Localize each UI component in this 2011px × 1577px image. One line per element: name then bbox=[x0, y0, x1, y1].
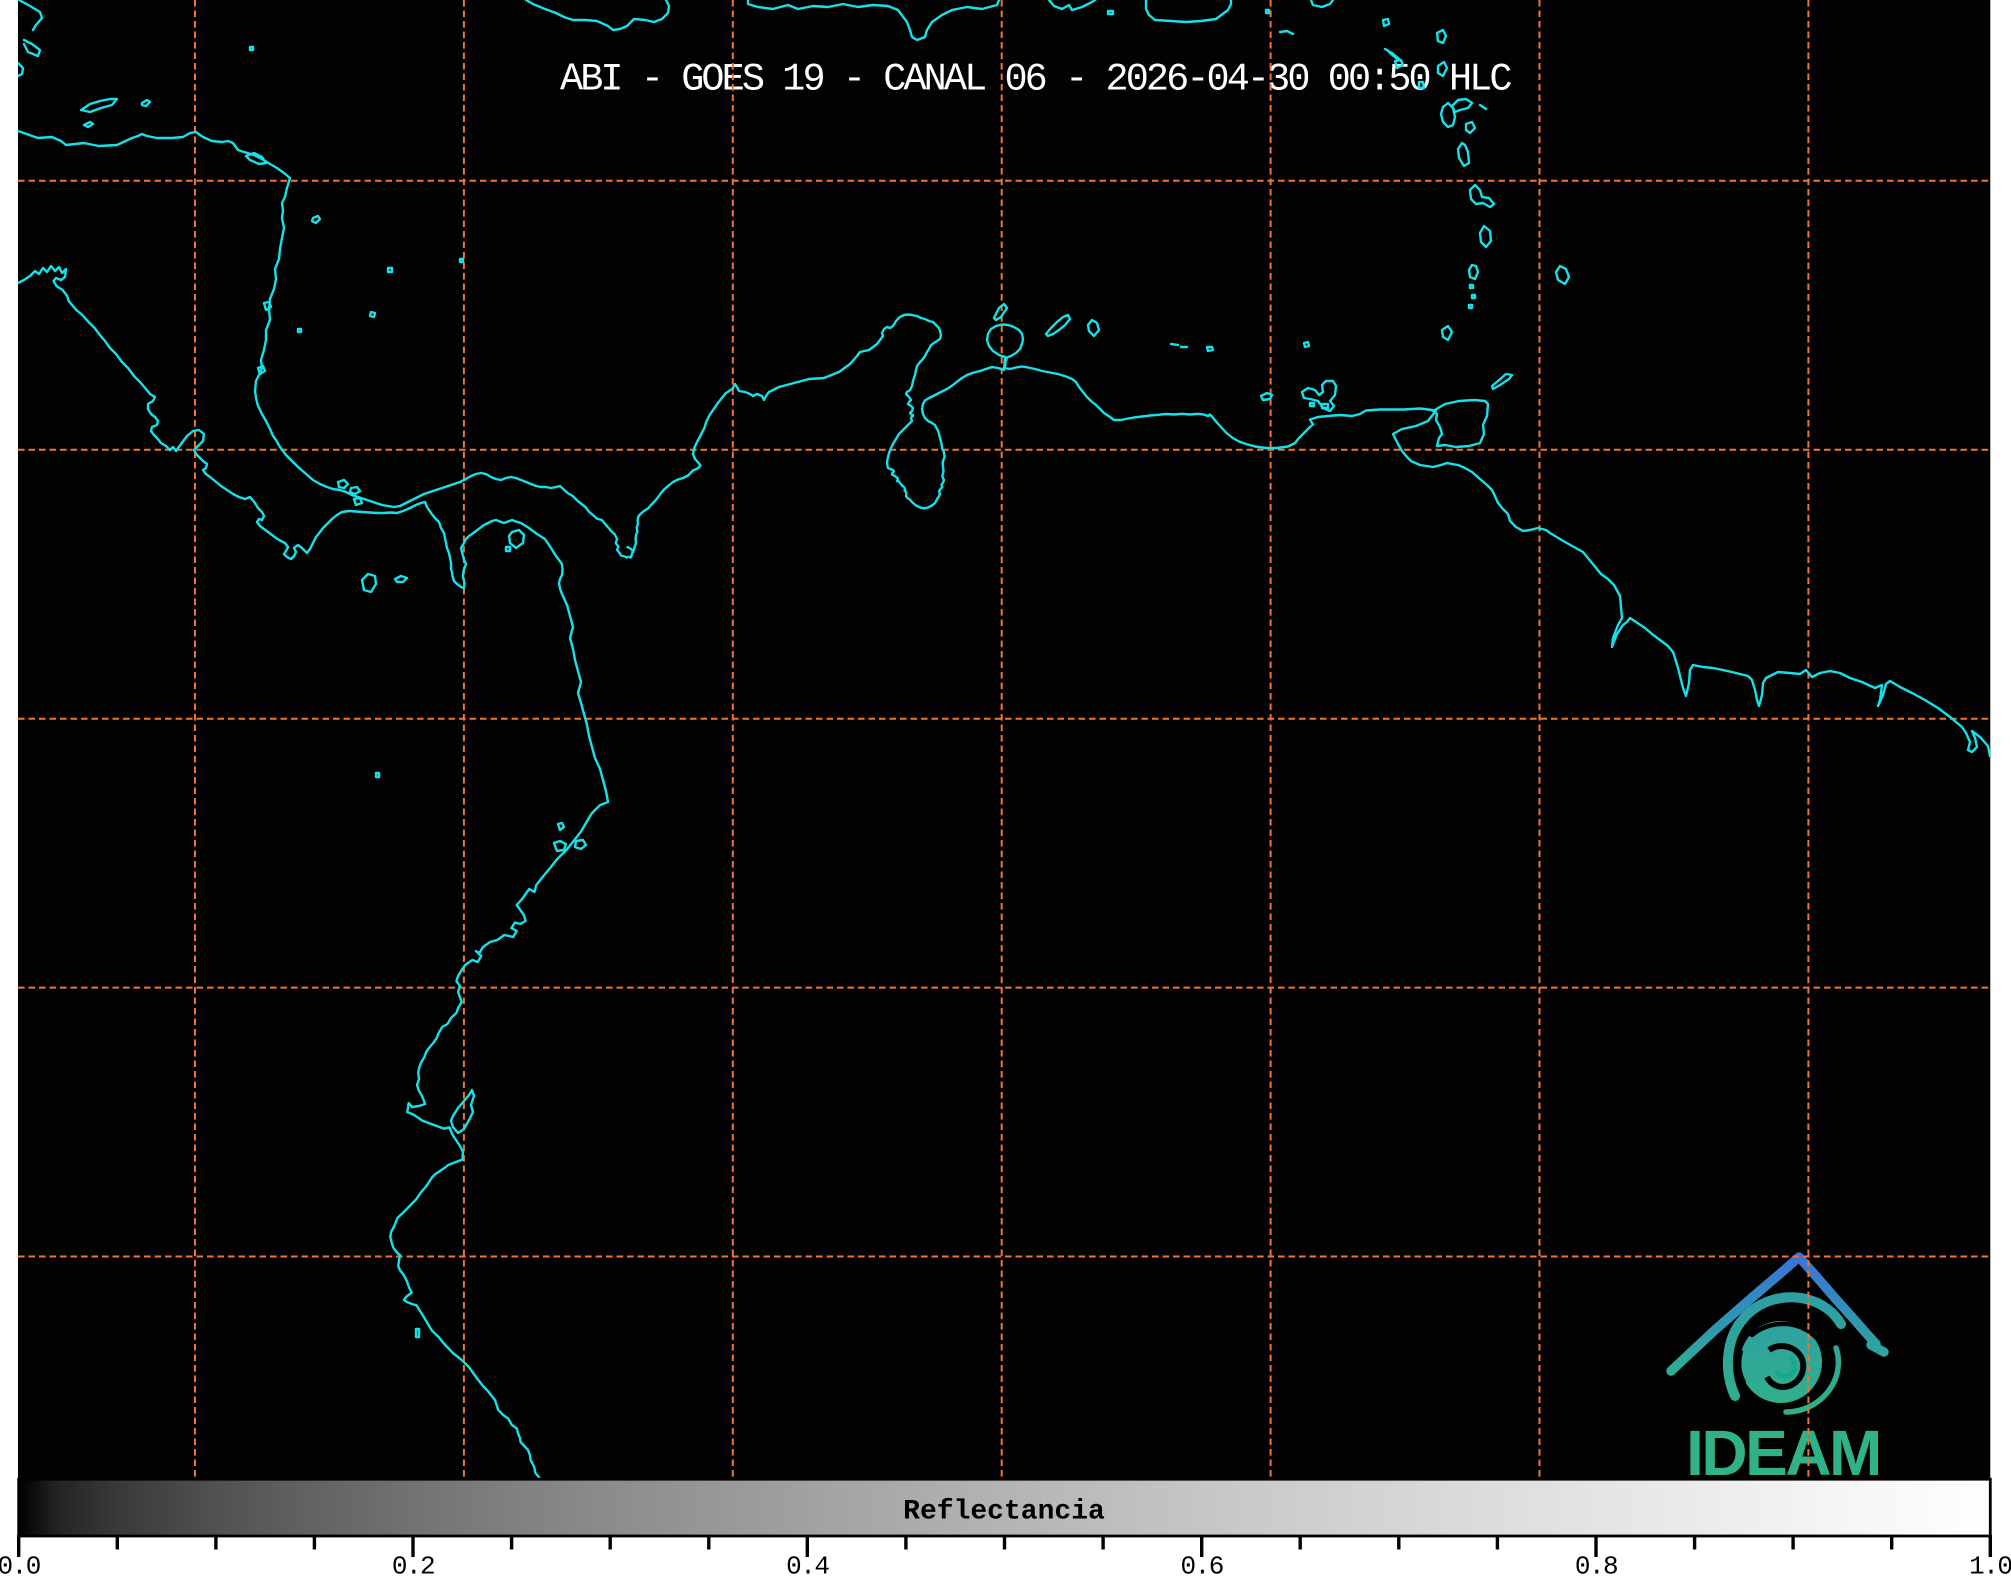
svg-text:0.4: 0.4 bbox=[786, 1552, 829, 1577]
svg-text:0.8: 0.8 bbox=[1575, 1552, 1617, 1577]
svg-text:0.2: 0.2 bbox=[392, 1552, 434, 1577]
svg-text:1.0: 1.0 bbox=[1969, 1552, 2011, 1577]
svg-text:0.6: 0.6 bbox=[1181, 1552, 1223, 1577]
svg-text:0.0: 0.0 bbox=[0, 1552, 40, 1577]
svg-text:ABI - GOES 19 - CANAL 06 - 202: ABI - GOES 19 - CANAL 06 - 2026-04-30 00… bbox=[560, 58, 1511, 102]
svg-text:Reflectancia: Reflectancia bbox=[903, 1497, 1105, 1528]
